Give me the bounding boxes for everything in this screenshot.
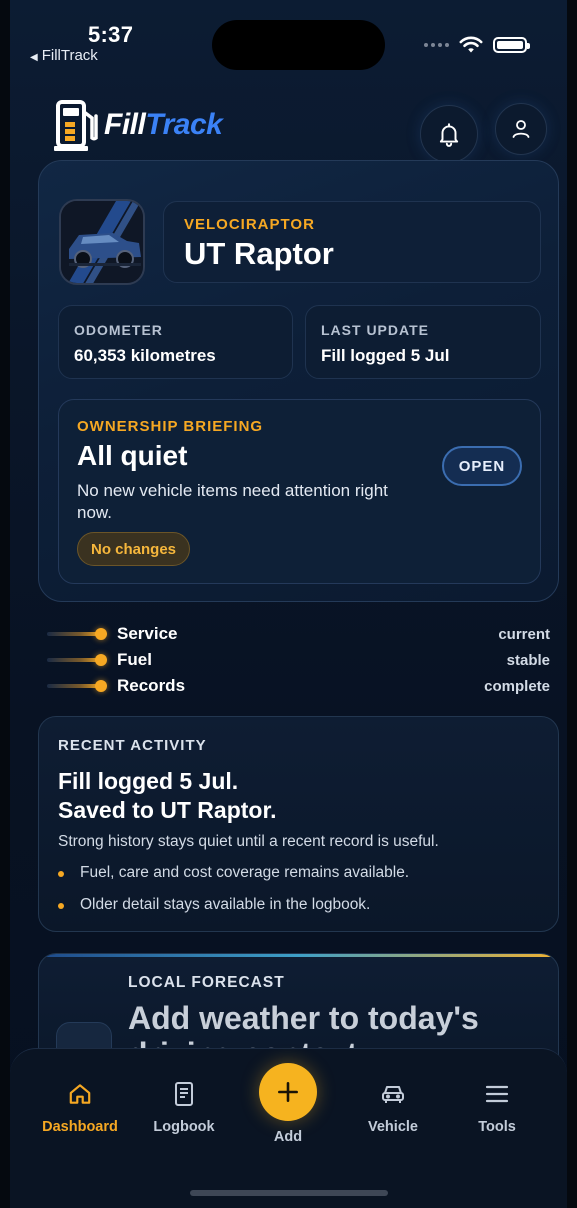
- vehicle-name: UT Raptor: [184, 236, 334, 271]
- status-indicators: [424, 36, 530, 54]
- nav-dashboard[interactable]: Dashboard: [30, 1079, 130, 1135]
- status-row-service: Service current: [47, 621, 550, 647]
- home-icon: [69, 1084, 91, 1104]
- odometer-stat: ODOMETER 60,353 kilometres: [58, 305, 293, 379]
- odometer-label: ODOMETER: [74, 322, 163, 338]
- status-value: stable: [506, 651, 550, 669]
- cellular-icon: [424, 43, 449, 47]
- back-triangle-icon: ◀: [30, 52, 38, 63]
- activity-title: Fill logged 5 Jul. Saved to UT Raptor.: [58, 767, 277, 825]
- bottom-navigation: Dashboard Logbook Add Vehicle Tools: [10, 1048, 567, 1208]
- vehicle-summary-card: VELOCIRAPTOR UT Raptor ODOMETER 60,353 k…: [38, 160, 559, 602]
- odometer-value: 60,353 kilometres: [74, 346, 216, 365]
- profile-button[interactable]: [495, 103, 547, 155]
- recent-activity-card[interactable]: RECENT ACTIVITY Fill logged 5 Jul. Saved…: [38, 716, 559, 932]
- status-row-records: Records complete: [47, 673, 550, 699]
- fuel-pump-logo-icon: [54, 100, 98, 151]
- status-value: current: [498, 625, 550, 643]
- plus-icon: [278, 1082, 298, 1102]
- briefing-title: All quiet: [77, 440, 188, 471]
- status-name: Fuel: [117, 650, 152, 669]
- status-time: 5:37: [88, 22, 134, 47]
- nav-vehicle[interactable]: Vehicle: [343, 1079, 443, 1135]
- activity-title-line1: Fill logged 5 Jul.: [58, 768, 239, 794]
- activity-title-line2: Saved to UT Raptor.: [58, 797, 277, 823]
- battery-icon: [493, 37, 530, 53]
- last-update-value: Fill logged 5 Jul: [321, 346, 450, 365]
- list-item: Fuel, care and cost coverage remains ava…: [58, 863, 409, 895]
- briefing-description: No new vehicle items need attention righ…: [77, 481, 388, 522]
- activity-eyebrow: RECENT ACTIVITY: [58, 737, 207, 754]
- wifi-icon: [459, 36, 483, 53]
- status-indicator: [47, 628, 107, 640]
- menu-icon: [485, 1085, 509, 1103]
- activity-description: Strong history stays quiet until a recen…: [58, 833, 439, 850]
- briefing-eyebrow: OWNERSHIP BRIEFING: [77, 418, 264, 435]
- logo-text-track: Track: [145, 108, 223, 141]
- forecast-eyebrow: LOCAL FORECAST: [128, 974, 285, 991]
- home-indicator[interactable]: [190, 1190, 388, 1196]
- nav-vehicle-label: Vehicle: [368, 1119, 418, 1135]
- nav-dashboard-label: Dashboard: [42, 1119, 118, 1135]
- dynamic-island: [212, 20, 385, 70]
- nav-tools[interactable]: Tools: [447, 1079, 547, 1135]
- no-changes-badge: No changes: [77, 532, 191, 566]
- vehicle-photo[interactable]: [59, 199, 145, 285]
- ownership-briefing-card: OWNERSHIP BRIEFING All quiet No new vehi…: [58, 399, 541, 584]
- nav-logbook[interactable]: Logbook: [134, 1079, 234, 1135]
- logbook-icon: [175, 1082, 193, 1106]
- vehicle-nickname: VELOCIRAPTOR: [184, 216, 315, 233]
- notifications-button[interactable]: [420, 105, 478, 163]
- status-value: complete: [484, 677, 550, 695]
- logo-text-fill: Fill: [104, 108, 146, 141]
- vehicle-name-box[interactable]: VELOCIRAPTOR UT Raptor: [163, 201, 541, 283]
- user-icon: [512, 120, 530, 138]
- list-item: Older detail stays available in the logb…: [58, 895, 409, 927]
- nav-logbook-label: Logbook: [153, 1119, 215, 1135]
- status-indicator: [47, 654, 107, 666]
- bell-icon: [439, 123, 459, 147]
- back-to-app-link[interactable]: ◀ FillTrack: [30, 47, 98, 64]
- last-update-label: LAST UPDATE: [321, 322, 429, 338]
- logo-wordmark: FillTrack: [104, 108, 223, 142]
- status-name: Service: [117, 624, 178, 643]
- status-lines: Service current Fuel stable Records comp…: [47, 621, 550, 699]
- add-button[interactable]: [259, 1063, 317, 1121]
- car-icon: [382, 1086, 404, 1103]
- activity-bullets: Fuel, care and cost coverage remains ava…: [58, 863, 409, 927]
- nav-tools-label: Tools: [478, 1119, 516, 1135]
- status-indicator: [47, 680, 107, 692]
- app-screen: 5:37 ◀ FillTrack FillTrack VELOCIRAPTOR …: [0, 0, 577, 1208]
- status-name: Records: [117, 676, 186, 695]
- nav-add-label: Add: [273, 1129, 303, 1145]
- back-app-label: FillTrack: [41, 47, 98, 64]
- last-update-stat: LAST UPDATE Fill logged 5 Jul: [305, 305, 541, 379]
- app-logo: FillTrack: [54, 98, 223, 152]
- truck-image-icon: [61, 201, 143, 283]
- status-row-fuel: Fuel stable: [47, 647, 550, 673]
- nav-add[interactable]: Add: [238, 1063, 338, 1145]
- open-briefing-button[interactable]: OPEN: [442, 446, 522, 486]
